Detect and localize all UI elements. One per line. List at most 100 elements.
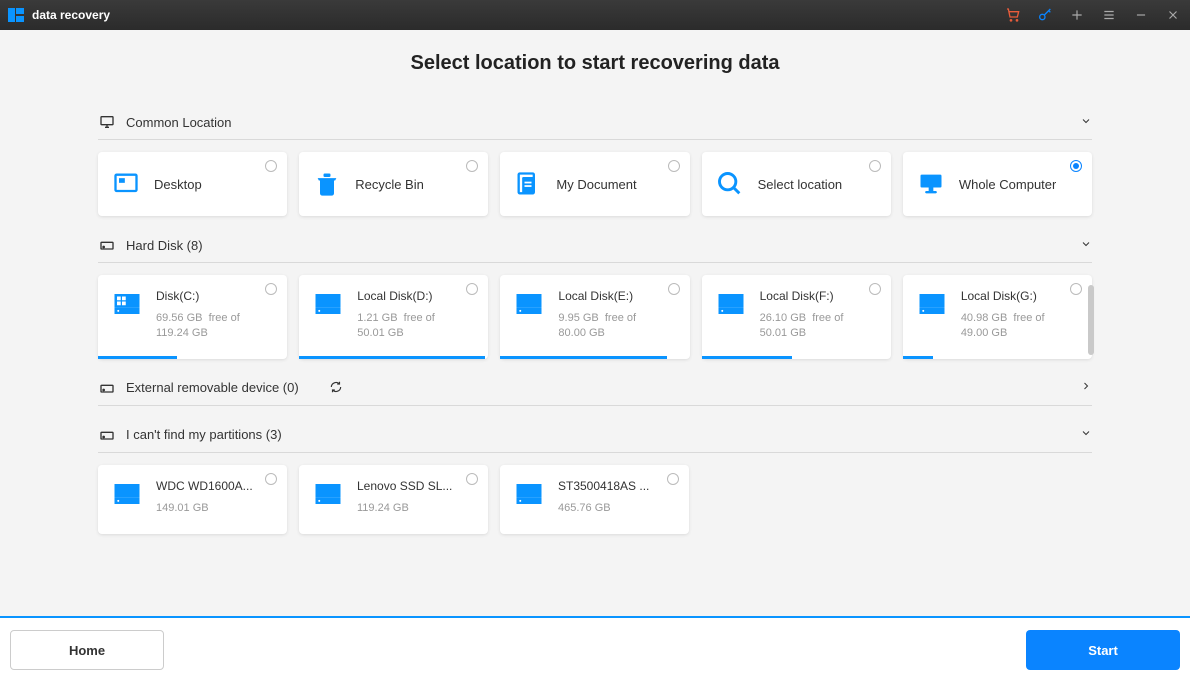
chevron-down-icon [1080,427,1092,442]
card-label: Whole Computer [959,177,1057,192]
refresh-icon[interactable] [329,380,345,396]
disk-card[interactable]: Local Disk(G:) 40.98 GB free of49.00 GB [903,275,1092,359]
radio[interactable] [1070,283,1082,295]
disk-detail: 40.98 GB free of49.00 GB [961,311,1078,341]
usage-bar [903,356,1092,359]
chevron-right-icon [1080,380,1092,395]
card-label: My Document [556,177,636,192]
drive-icon [514,291,544,317]
desktop-icon [112,170,140,198]
disk-icon [98,236,116,254]
disk-name: Local Disk(F:) [760,289,877,303]
close-icon[interactable] [1164,6,1182,24]
section-title-common: Common Location [126,115,232,130]
common-cards: Desktop Recycle Bin My Document [98,152,1092,216]
scrollbar[interactable] [1088,285,1094,355]
section-title-lost: I can't find my partitions (3) [126,427,282,442]
divider [98,139,1092,140]
disk-info: Lenovo SSD SL...119.24 GB [357,479,474,516]
start-button[interactable]: Start [1026,630,1180,670]
disk-cards: Disk(C:) 69.56 GB free of119.24 GB Local D… [98,275,1092,359]
card-recycle[interactable]: Recycle Bin [299,152,488,216]
disk-detail: 1.21 GB free of50.01 GB [357,311,474,341]
partition-card[interactable]: WDC WD1600A...149.01 GB [98,465,287,534]
section-external: External removable device (0) [98,371,1092,406]
disk-info: Local Disk(F:)26.10 GB free of50.01 GB [760,289,877,341]
section-header-hard-disk[interactable]: Hard Disk (8) [98,228,1092,262]
disk-detail: 9.95 GB free of80.00 GB [558,311,675,341]
radio[interactable] [265,283,277,295]
disk-info: Local Disk(D:) 1.21 GB free of50.01 GB [357,289,474,341]
disk-card[interactable]: Local Disk(D:) 1.21 GB free of50.01 GB [299,275,488,359]
drive-icon [917,291,947,317]
radio[interactable] [668,160,680,172]
disk-name: Disk(C:) [156,289,273,303]
section-header-external[interactable]: External removable device (0) [98,371,1092,405]
card-select-location[interactable]: Select location [702,152,891,216]
disk-info: WDC WD1600A...149.01 GB [156,479,273,516]
card-label: Recycle Bin [355,177,424,192]
disk-name: Lenovo SSD SL... [357,479,474,493]
radio[interactable] [466,160,478,172]
computer-icon [917,170,945,198]
divider [98,405,1092,406]
disk-detail: 69.56 GB free of119.24 GB [156,311,273,341]
partition-card[interactable]: ST3500418AS ... 465.76 GB [500,465,689,534]
plus-icon[interactable] [1068,6,1086,24]
radio[interactable] [265,160,277,172]
section-title-hard-disk: Hard Disk (8) [126,238,203,253]
disk-card[interactable]: Local Disk(F:)26.10 GB free of50.01 GB [702,275,891,359]
radio[interactable] [869,160,881,172]
disk-name: Local Disk(E:) [558,289,675,303]
radio[interactable] [668,283,680,295]
usage-bar [299,356,488,359]
key-icon[interactable] [1036,6,1054,24]
radio[interactable] [466,473,478,485]
menu-icon[interactable] [1100,6,1118,24]
disk-icon [98,426,116,444]
radio[interactable] [1070,160,1082,172]
radio[interactable] [869,283,881,295]
partition-card[interactable]: Lenovo SSD SL...119.24 GB [299,465,488,534]
disk-info: ST3500418AS ... 465.76 GB [558,479,675,516]
trash-icon [313,170,341,198]
drive-icon [112,481,142,507]
section-hard-disk: Hard Disk (8) Disk(C:) 69.56 GB free of11… [98,228,1092,359]
section-lost: I can't find my partitions (3) WDC WD160… [98,418,1092,534]
drive-icon [313,291,343,317]
app-logo-icon [8,8,24,22]
drive-icon [313,481,343,507]
disk-card[interactable]: Disk(C:) 69.56 GB free of119.24 GB [98,275,287,359]
section-header-common[interactable]: Common Location [98,105,1092,139]
main: Select location to start recovering data… [0,30,1190,616]
disk-name: Local Disk(D:) [357,289,474,303]
card-label: Desktop [154,177,202,192]
disk-size: 465.76 GB [558,501,675,516]
disk-name: ST3500418AS ... [558,479,675,493]
usage-bar [98,356,287,359]
drive-icon [112,291,142,317]
home-button[interactable]: Home [10,630,164,670]
disk-icon [98,379,116,397]
app-title: data recovery [32,8,110,22]
card-document[interactable]: My Document [500,152,689,216]
radio[interactable] [667,473,679,485]
card-whole-computer[interactable]: Whole Computer [903,152,1092,216]
radio[interactable] [466,283,478,295]
minimize-icon[interactable] [1132,6,1150,24]
usage-bar [702,356,891,359]
card-label: Select location [758,177,843,192]
section-header-lost[interactable]: I can't find my partitions (3) [98,418,1092,452]
drive-icon [716,291,746,317]
section-common: Common Location Desktop Recycle Bin [98,105,1092,216]
disk-name: Local Disk(G:) [961,289,1078,303]
chevron-down-icon [1080,115,1092,130]
card-desktop[interactable]: Desktop [98,152,287,216]
titlebar: data recovery [0,0,1190,30]
footer: Home Start [0,616,1190,682]
cart-icon[interactable] [1004,6,1022,24]
radio[interactable] [265,473,277,485]
usage-bar [500,356,689,359]
disk-card[interactable]: Local Disk(E:) 9.95 GB free of80.00 GB [500,275,689,359]
document-icon [514,170,542,198]
